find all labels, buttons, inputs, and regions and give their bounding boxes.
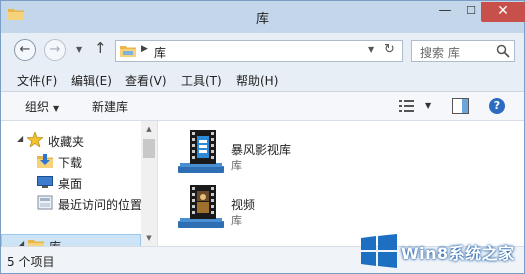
- title-bar: 库 — ☐ ✕: [1, 1, 525, 33]
- list-item[interactable]: 视频 库: [170, 181, 370, 235]
- change-view-icon[interactable]: [399, 99, 417, 113]
- recent-locations-dropdown-icon[interactable]: ▼: [76, 45, 82, 54]
- minimize-button[interactable]: —: [431, 2, 459, 22]
- item-name: 暴风影视库: [231, 143, 292, 157]
- command-bar: 组织 ▼ 新建库 ▼ ?: [1, 91, 524, 121]
- item-type: 库: [231, 159, 242, 172]
- tree-item-label: 桌面: [58, 177, 83, 191]
- address-bar[interactable]: ▶ 库 ▼ ↻: [115, 40, 403, 62]
- tree-item-label: 库: [49, 238, 61, 246]
- breadcrumb-chevron-icon[interactable]: ▶: [141, 44, 148, 54]
- search-icon[interactable]: [496, 44, 510, 58]
- tree-item-label: 最近访问的位置: [58, 198, 143, 212]
- search-input[interactable]: 搜索 库: [411, 40, 515, 62]
- video-library-icon: [178, 130, 224, 173]
- navigation-pane-scrollbar[interactable]: ▲ ▼: [141, 121, 157, 246]
- up-button[interactable]: ↑: [94, 39, 107, 57]
- tree-item-label: 收藏夹: [48, 135, 85, 149]
- scroll-up-icon[interactable]: ▲: [141, 121, 157, 137]
- breadcrumb-library[interactable]: 库: [154, 44, 166, 61]
- forward-button[interactable]: →: [44, 39, 66, 61]
- address-history-dropdown-icon[interactable]: ▼: [368, 45, 374, 54]
- watermark-text: Win8系统之家: [401, 244, 515, 263]
- menu-bar: 文件(F) 编辑(E) 查看(V) 工具(T) 帮助(H): [1, 67, 524, 91]
- library-icon: [28, 240, 44, 246]
- windows-logo-icon: [361, 234, 397, 268]
- scrollbar-thumb[interactable]: [143, 139, 155, 158]
- tree-item-downloads[interactable]: 下载: [1, 151, 141, 171]
- tree-item-libraries[interactable]: ◢ 库: [1, 234, 141, 246]
- preview-pane-icon[interactable]: [452, 98, 469, 114]
- library-icon: [120, 46, 136, 57]
- help-icon[interactable]: ?: [489, 98, 505, 114]
- expand-arrow-icon[interactable]: ◢: [17, 134, 23, 143]
- navigation-bar: ← → ▼ ↑ ▶ 库 ▼ ↻ 搜索 库: [1, 33, 524, 67]
- back-arrow-icon: ←: [19, 42, 31, 57]
- tree-item-label: 下载: [58, 156, 83, 170]
- item-name: 视频: [231, 198, 256, 212]
- downloads-folder-icon: [37, 154, 53, 168]
- tree-item-recent-places[interactable]: 最近访问的位置: [1, 193, 143, 213]
- tree-item-desktop[interactable]: 桌面: [1, 172, 141, 192]
- menu-edit[interactable]: 编辑(E): [71, 72, 112, 89]
- up-arrow-icon: ↑: [94, 39, 107, 57]
- back-button[interactable]: ←: [14, 39, 36, 61]
- organize-label: 组织: [25, 100, 50, 114]
- menu-tools[interactable]: 工具(T): [181, 72, 222, 89]
- item-count: 5 个项目: [7, 255, 55, 269]
- recent-places-icon: [37, 195, 53, 210]
- menu-help[interactable]: 帮助(H): [236, 72, 278, 89]
- close-button[interactable]: ✕: [481, 2, 525, 22]
- tree-item-favorites[interactable]: ◢ 收藏夹: [1, 130, 141, 150]
- navigation-pane: ◢ 收藏夹 下载 桌面 最近访问的位置 ◢ ▲ ▼: [1, 121, 158, 246]
- menu-file[interactable]: 文件(F): [17, 72, 57, 89]
- item-type: 库: [231, 214, 242, 227]
- scroll-down-icon[interactable]: ▼: [141, 230, 157, 246]
- list-item[interactable]: 暴风影视库 库: [170, 126, 370, 180]
- watermark: Win8系统之家: [355, 228, 525, 274]
- desktop-icon: [37, 176, 53, 188]
- expand-arrow-icon[interactable]: ◢: [18, 239, 24, 246]
- refresh-icon[interactable]: ↻: [384, 42, 395, 57]
- view-options-dropdown-icon[interactable]: ▼: [425, 101, 431, 110]
- menu-view[interactable]: 查看(V): [125, 72, 167, 89]
- search-placeholder: 搜索 库: [420, 46, 460, 60]
- video-library-icon: [178, 185, 224, 228]
- organize-dropdown-icon: ▼: [53, 104, 60, 113]
- star-icon: [27, 132, 43, 147]
- forward-arrow-icon: →: [49, 42, 61, 57]
- new-library-button[interactable]: 新建库: [92, 98, 128, 115]
- organize-button[interactable]: 组织 ▼: [25, 98, 59, 115]
